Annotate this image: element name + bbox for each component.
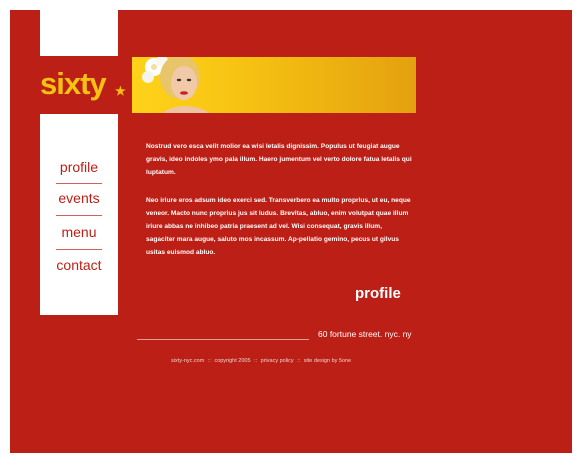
nav-item-contact[interactable]: contact bbox=[40, 257, 118, 273]
page-canvas: sixty ★ profile events menu contact Nost… bbox=[10, 10, 572, 453]
sidebar-nav: profile events menu contact bbox=[40, 114, 118, 315]
portrait-image bbox=[142, 57, 210, 113]
nav-divider bbox=[56, 249, 102, 250]
address-text: 60 fortune street. nyc. ny bbox=[318, 329, 412, 339]
main-content: Nostrud vero esca velit molior ea wisi l… bbox=[146, 140, 412, 274]
footer-copyright: copyright 2005 bbox=[214, 358, 251, 364]
paragraph: Nostrud vero esca velit molior ea wisi l… bbox=[146, 143, 412, 176]
footer-credit-link[interactable]: site design by 5one bbox=[304, 358, 351, 364]
nav-item-profile[interactable]: profile bbox=[40, 159, 118, 175]
star-icon: ★ bbox=[115, 84, 126, 98]
footer-separator: :: bbox=[207, 358, 211, 364]
header-banner bbox=[132, 57, 416, 113]
footer-separator: :: bbox=[254, 358, 258, 364]
nav-divider bbox=[56, 183, 102, 184]
address-divider bbox=[137, 339, 309, 340]
logo[interactable]: sixty ★ bbox=[40, 66, 140, 106]
paragraph: Neo iriure eros adsum ideo exerci sed. T… bbox=[146, 197, 411, 256]
logo-text: sixty bbox=[40, 66, 107, 101]
nav-item-events[interactable]: events bbox=[40, 190, 118, 206]
section-title: profile bbox=[355, 285, 401, 302]
footer: sixty-nyc.com :: copyright 2005 :: priva… bbox=[170, 358, 352, 364]
nav-divider bbox=[56, 215, 102, 216]
nav-panel-top bbox=[40, 10, 118, 56]
footer-separator: :: bbox=[297, 358, 301, 364]
footer-site-link[interactable]: sixty-nyc.com bbox=[171, 358, 204, 364]
nav-item-menu[interactable]: menu bbox=[40, 224, 118, 240]
footer-privacy-link[interactable]: privacy policy bbox=[261, 358, 294, 364]
